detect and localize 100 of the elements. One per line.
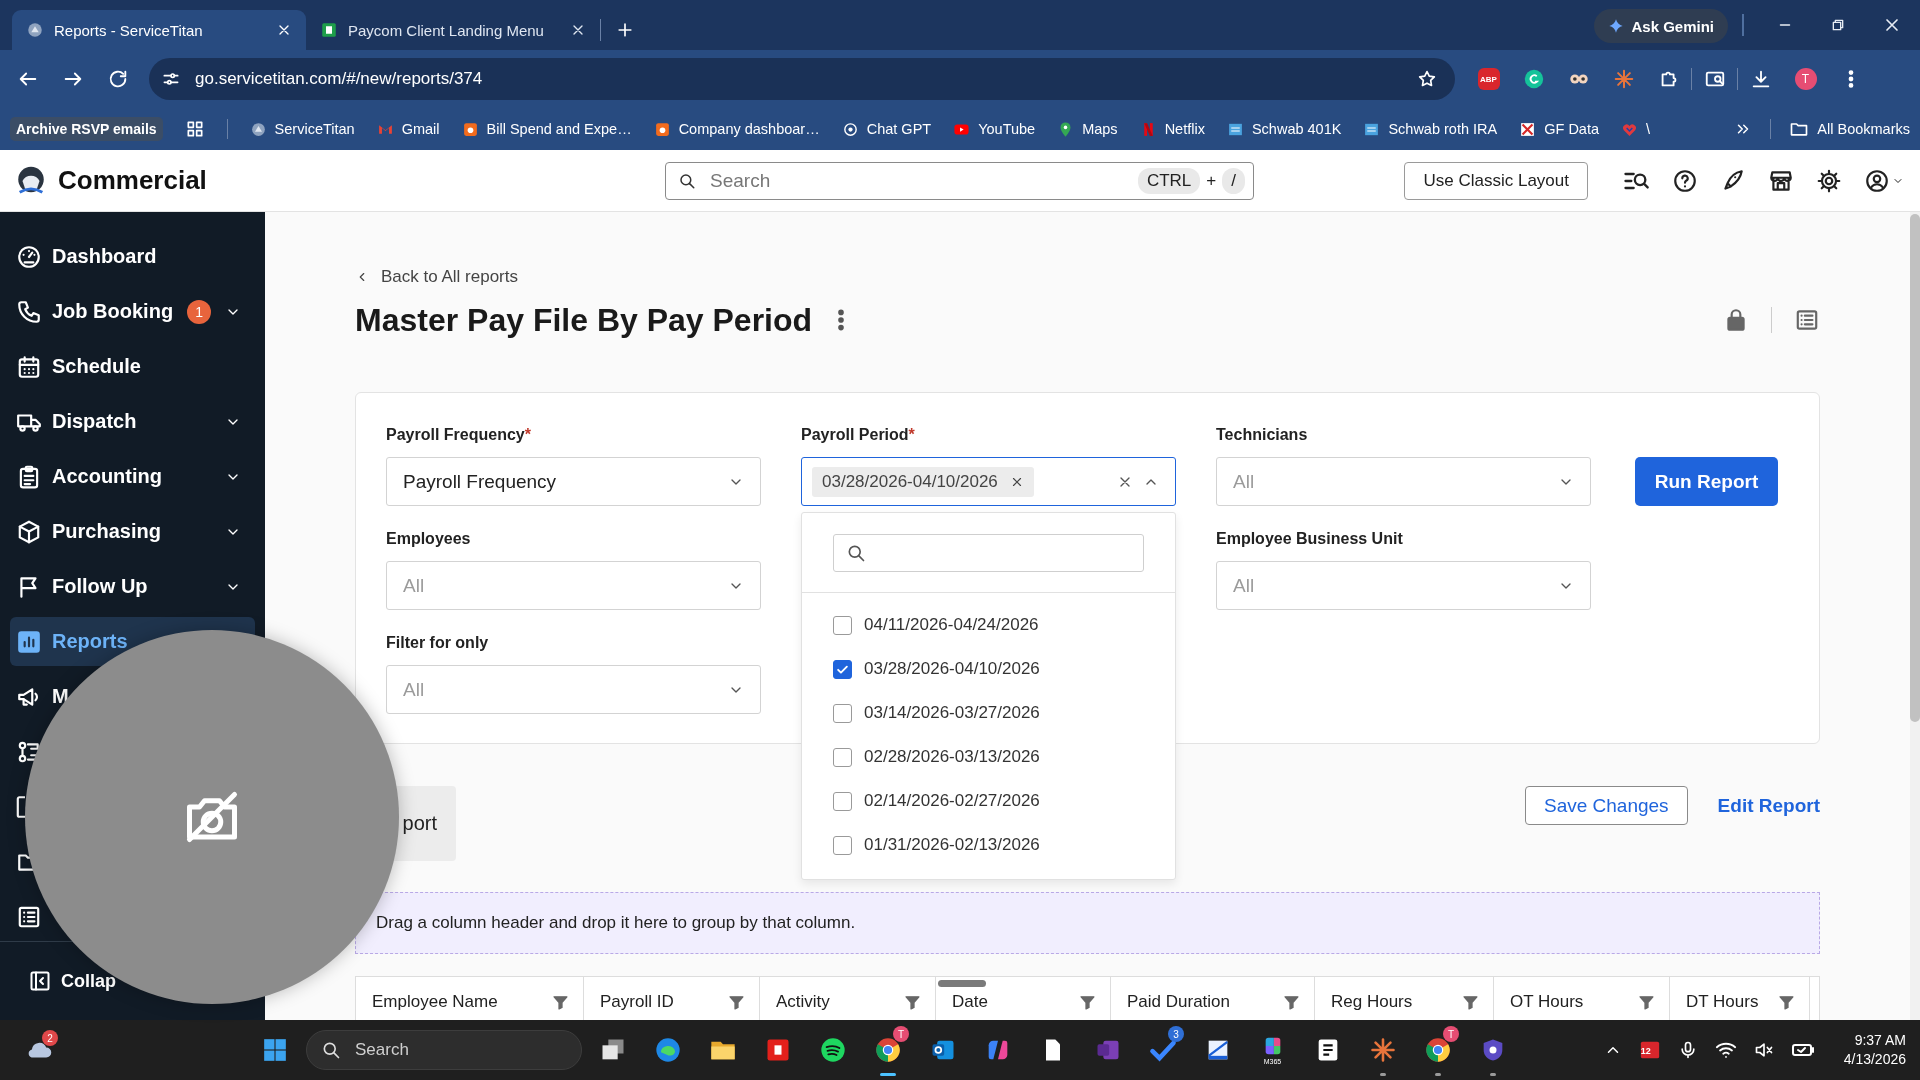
- checkbox[interactable]: [833, 835, 852, 855]
- brand-name: Commercial: [58, 165, 207, 196]
- profile-avatar[interactable]: T: [1794, 68, 1817, 90]
- nav-item[interactable]: Follow Up: [10, 562, 255, 611]
- count-badge: 1: [187, 299, 212, 324]
- bookmark-link[interactable]: GF Data: [1519, 120, 1599, 138]
- shortcut-key: CTRL: [1137, 167, 1201, 194]
- bookmark-link[interactable]: Schwab roth IRA: [1363, 120, 1498, 138]
- dropdown-option[interactable]: 01/31/2026-02/13/2026: [802, 823, 1175, 867]
- bookmark-link[interactable]: Company dashboar…: [653, 120, 820, 138]
- classic-layout-button[interactable]: Use Classic Layout: [1404, 161, 1588, 200]
- clock[interactable]: 9:37 AM 4/13/2026: [1843, 1031, 1906, 1069]
- adblock-button[interactable]: ABP: [1477, 68, 1500, 90]
- search-icon: [321, 1040, 341, 1060]
- group-drop-zone: Drag a column header and drop it here to group by that column.: [355, 892, 1820, 954]
- restore-icon[interactable]: [1830, 17, 1846, 33]
- checkbox[interactable]: [833, 791, 852, 811]
- checkbox[interactable]: [833, 747, 852, 767]
- search-field[interactable]: Search CTRL + /: [665, 161, 1254, 200]
- circle-logo-icon[interactable]: [818, 1036, 847, 1064]
- nav-item[interactable]: Job Booking 1: [10, 287, 255, 336]
- square-logo-icon: [461, 120, 479, 138]
- nav-item[interactable]: Schedule: [10, 342, 255, 391]
- bookmark-link[interactable]: Gmail: [376, 120, 440, 138]
- calendar-app-icon[interactable]: 12: [1638, 1039, 1661, 1061]
- nav-item[interactable]: Purchasing: [10, 507, 255, 556]
- help-icon[interactable]: [1672, 167, 1698, 194]
- list-icon[interactable]: [1794, 307, 1820, 333]
- back-link[interactable]: Back to All reports: [355, 267, 518, 287]
- search-input[interactable]: Search: [353, 1039, 567, 1061]
- checkbox[interactable]: [833, 615, 852, 635]
- nav-item[interactable]: Dashboard: [10, 232, 255, 281]
- field-label: Technicians: [1216, 425, 1309, 445]
- shortcut-plus: +: [1206, 170, 1217, 191]
- filter-icon[interactable]: [1079, 993, 1096, 1011]
- circle-logo-icon[interactable]: [1522, 68, 1545, 90]
- filter-icon[interactable]: [1778, 993, 1795, 1011]
- browser-tab[interactable]: Reports - ServiceTitan: [12, 10, 306, 50]
- account-menu[interactable]: [1864, 167, 1904, 194]
- logo-icon: [26, 21, 44, 39]
- search-field[interactable]: [833, 534, 1144, 572]
- bookmark-link[interactable]: Schwab 401K: [1226, 120, 1342, 138]
- bookmark-link[interactable]: Maps: [1057, 120, 1118, 138]
- start-menu-icon[interactable]: [262, 1037, 288, 1063]
- nav-item[interactable]: Accounting: [10, 452, 255, 501]
- bookmark-link[interactable]: ServiceTitan: [249, 120, 355, 138]
- field-label: Filter for only: [386, 633, 490, 653]
- wheel-logo-icon[interactable]: [1423, 1036, 1452, 1064]
- filter-icon[interactable]: [1462, 993, 1479, 1011]
- field-label: Employee Business Unit: [1216, 529, 1404, 549]
- swirl-logo-icon[interactable]: [653, 1036, 682, 1064]
- bookmark-link[interactable]: Bill Spend and Expe…: [461, 120, 632, 138]
- selected-tag[interactable]: 03/28/2026-04/10/2026: [812, 466, 1034, 497]
- browser-tab[interactable]: Paycom Client Landing Menu: [306, 10, 600, 50]
- settings-icon[interactable]: [1816, 167, 1842, 194]
- taskbar-search-field[interactable]: Search: [306, 1030, 582, 1070]
- filter-icon[interactable]: [552, 993, 569, 1011]
- gauge-icon: [16, 243, 42, 270]
- scrollbar-thumb[interactable]: [1910, 214, 1920, 722]
- filter-icon[interactable]: [1283, 993, 1300, 1011]
- notification-badge: 2: [42, 1030, 58, 1046]
- calendar-icon: [1638, 1039, 1661, 1061]
- bookmark-chip[interactable]: Archive RSVP emails: [10, 117, 163, 141]
- square-logo-icon: [653, 120, 671, 138]
- select-field[interactable]: Payroll Frequency: [386, 457, 761, 506]
- phone-icon: [16, 298, 42, 325]
- dropdown-option[interactable]: 02/14/2026-02/27/2026: [802, 779, 1175, 823]
- dropdown-option[interactable]: 04/11/2026-04/24/2026: [802, 603, 1175, 647]
- checkbox[interactable]: [833, 703, 852, 723]
- edit-report-link[interactable]: Edit Report: [1717, 786, 1820, 825]
- starburst-icon[interactable]: [1612, 68, 1635, 90]
- starburst-icon[interactable]: [1368, 1036, 1397, 1064]
- bookmark-link[interactable]: Chat GPT: [841, 120, 932, 138]
- run-report-button[interactable]: Run Report: [1635, 457, 1778, 506]
- field-label: Employees: [386, 529, 472, 549]
- bar-chart-icon: [16, 628, 42, 655]
- all-bookmarks-link[interactable]: All Bookmarks: [1789, 119, 1910, 139]
- dropdown-option[interactable]: 03/28/2026-04/10/2026: [802, 647, 1175, 691]
- bookmark-link[interactable]: \: [1621, 120, 1651, 138]
- dropdown-option[interactable]: 02/28/2026-03/13/2026: [802, 735, 1175, 779]
- dropdown-option[interactable]: 03/14/2026-03/27/2026: [802, 691, 1175, 735]
- wheel-logo-icon[interactable]: [873, 1036, 902, 1064]
- checkbox[interactable]: [833, 659, 852, 679]
- filter-icon[interactable]: [1638, 993, 1655, 1011]
- bookmark-link[interactable]: YouTube: [953, 120, 1036, 138]
- bookmark-link[interactable]: Netflix: [1139, 120, 1205, 138]
- notification-badge: T: [893, 1026, 909, 1042]
- save-changes-button[interactable]: Save Changes: [1524, 786, 1688, 825]
- search-input[interactable]: Search: [708, 168, 1126, 193]
- search-icon: [678, 171, 696, 190]
- box-icon: [16, 518, 42, 545]
- gemini-button[interactable]: Ask Gemini: [1594, 9, 1728, 43]
- bookmark-star-icon[interactable]: [1417, 69, 1437, 89]
- shortcut-key: /: [1222, 167, 1245, 194]
- drag-handle[interactable]: [938, 980, 986, 987]
- filter-icon[interactable]: [904, 993, 921, 1011]
- nav-item[interactable]: Dispatch: [10, 397, 255, 446]
- address-bar[interactable]: go.servicetitan.com/#/new/reports/374: [149, 58, 1455, 100]
- multi-select-field[interactable]: 03/28/2026-04/10/2026: [801, 457, 1176, 506]
- filter-icon[interactable]: [728, 993, 745, 1011]
